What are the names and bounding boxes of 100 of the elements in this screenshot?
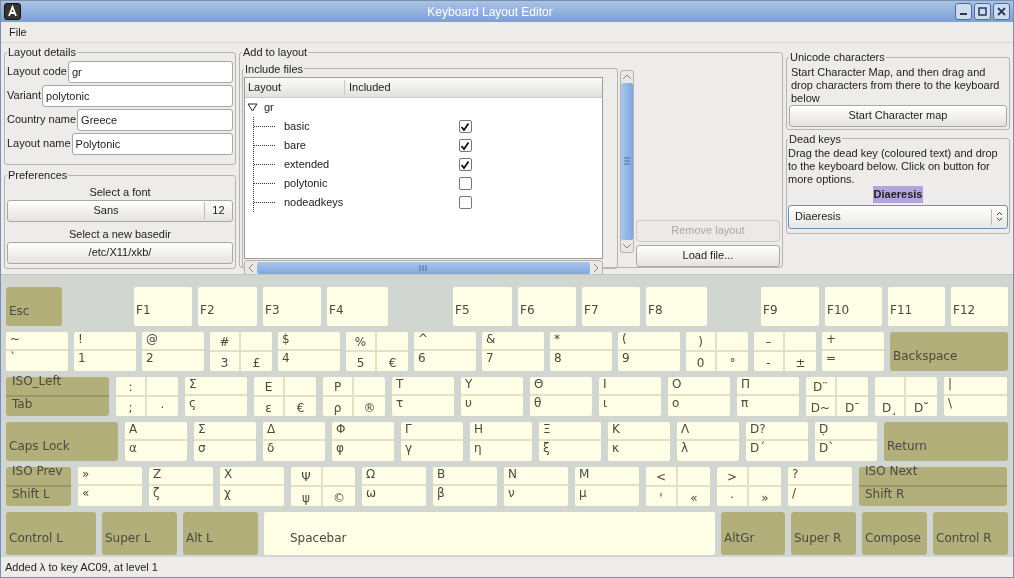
keyboard-key[interactable]: < ' « xyxy=(646,467,710,506)
dead-key-dropdown[interactable]: Diaeresis xyxy=(787,204,1008,229)
keyboard-key[interactable]: F12 xyxy=(951,287,1008,326)
font-button[interactable]: Sans 12 xyxy=(7,199,233,222)
keyboard-key[interactable]: Α α xyxy=(125,422,187,461)
keyboard-key[interactable]: Θ θ xyxy=(530,377,592,416)
keyboard-key[interactable]: Π π xyxy=(737,377,799,416)
keyboard-key[interactable]: ISO Prev Shift L xyxy=(6,467,71,506)
keyboard-key[interactable]: Δ δ xyxy=(263,422,325,461)
keyboard-key[interactable]: * 8 xyxy=(550,332,612,371)
vertical-scrollbar[interactable] xyxy=(619,69,634,253)
keyboard-key[interactable]: AltGr xyxy=(721,512,785,555)
spacebar-key[interactable]: Spacebar xyxy=(264,512,715,555)
keyboard-key[interactable]: Κ κ xyxy=(608,422,670,461)
checked-checkbox[interactable] xyxy=(458,139,472,152)
keyboard-key[interactable]: Ε ε € xyxy=(254,377,316,416)
tree-item[interactable]: gr xyxy=(263,99,274,116)
keyboard-key[interactable]: @ 2 xyxy=(142,332,204,371)
keyboard-key[interactable]: + = xyxy=(822,332,884,371)
checked-checkbox[interactable] xyxy=(458,158,472,171)
keyboard-key[interactable]: # 3 £ xyxy=(210,332,272,371)
keyboard-key[interactable]: D¨ D~ D¯ xyxy=(806,377,868,416)
checkbox[interactable] xyxy=(458,196,472,209)
keyboard-key[interactable]: : ; · xyxy=(116,377,178,416)
keyboard-key[interactable]: F10 xyxy=(825,287,882,326)
keyboard-key[interactable]: » « xyxy=(78,467,142,506)
text-field[interactable]: gr xyxy=(67,60,233,83)
keyboard-key[interactable]: Alt L xyxy=(183,512,258,555)
tree-item[interactable]: extended xyxy=(283,156,459,173)
minimize-button[interactable] xyxy=(955,3,972,20)
checkbox[interactable] xyxy=(458,177,472,190)
keyboard-key[interactable]: > · » xyxy=(717,467,781,506)
keyboard-key[interactable]: Compose xyxy=(862,512,927,555)
scrollbar-thumb[interactable] xyxy=(256,262,590,275)
scrollbar-thumb[interactable] xyxy=(620,82,633,240)
menu-item[interactable]: File xyxy=(9,23,27,41)
basedir-button[interactable]: /etc/X11/xkb/ xyxy=(7,241,233,264)
keyboard-key[interactable]: Γ γ xyxy=(401,422,463,461)
maximize-button[interactable] xyxy=(974,3,991,20)
keyboard-key[interactable]: F2 xyxy=(198,287,257,326)
keyboard-key[interactable]: Ψ ψ © xyxy=(291,467,355,506)
column-header[interactable]: Included xyxy=(344,78,391,97)
text-field[interactable]: polytonic xyxy=(42,84,233,107)
text-field[interactable]: Greece xyxy=(77,108,233,131)
keyboard-key[interactable]: F8 xyxy=(646,287,707,326)
keyboard-key[interactable]: F9 xyxy=(761,287,819,326)
keyboard-key[interactable]: ) 0 ° xyxy=(686,332,748,371)
keyboard-key[interactable]: D¸ D˘ xyxy=(875,377,937,416)
keyboard-key[interactable]: ! 1 xyxy=(74,332,136,371)
keyboard-key[interactable]: Esc xyxy=(6,287,62,326)
keyboard-key[interactable]: Return xyxy=(884,422,1008,461)
keyboard-key[interactable]: F6 xyxy=(518,287,576,326)
keyboard-key[interactable]: Υ υ xyxy=(461,377,523,416)
keyboard-key[interactable]: Φ φ xyxy=(332,422,394,461)
dead-key-label[interactable]: Diaeresis xyxy=(872,186,924,203)
keyboard-key[interactable]: ISO_Left Tab xyxy=(6,377,109,416)
keyboard-key[interactable]: Ζ ζ xyxy=(149,467,213,506)
tree-item[interactable]: nodeadkeys xyxy=(283,194,459,211)
keyboard-key[interactable]: Λ λ xyxy=(677,422,739,461)
expanded-triangle-icon[interactable] xyxy=(246,103,258,112)
keyboard-key[interactable]: | \ xyxy=(944,377,1007,416)
close-button[interactable] xyxy=(993,3,1010,20)
keyboard-key[interactable]: Τ τ xyxy=(392,377,454,416)
keyboard-key[interactable]: & 7 xyxy=(482,332,544,371)
keyboard-key[interactable]: Ρ ρ ® xyxy=(323,377,385,416)
tree-item[interactable]: bare xyxy=(283,137,459,154)
keyboard-key[interactable]: Ι ι xyxy=(599,377,661,416)
tree-item[interactable]: polytonic xyxy=(283,175,459,192)
keyboard-key[interactable]: Β β xyxy=(433,467,497,506)
keyboard-key[interactable]: Backspace xyxy=(890,332,1008,371)
keyboard-key[interactable]: Χ χ xyxy=(220,467,284,506)
keyboard-key[interactable]: F3 xyxy=(263,287,321,326)
keyboard-key[interactable]: ^ 6 xyxy=(414,332,476,371)
text-field[interactable]: Polytonic xyxy=(71,132,233,155)
keyboard-key[interactable]: Η η xyxy=(470,422,532,461)
keyboard-key[interactable]: F5 xyxy=(453,287,512,326)
keyboard-key[interactable]: F7 xyxy=(582,287,640,326)
keyboard-key[interactable]: ~ ` xyxy=(6,332,68,371)
keyboard-key[interactable]: Ξ ξ xyxy=(539,422,601,461)
keyboard-key[interactable]: ISO Next Shift R xyxy=(859,467,1007,506)
keyboard-key[interactable]: Μ μ xyxy=(575,467,639,506)
keyboard-key[interactable]: F1 xyxy=(134,287,192,326)
keyboard-key[interactable]: Control R xyxy=(933,512,1008,555)
keyboard-key[interactable]: ? / xyxy=(788,467,852,506)
keyboard-key[interactable]: $ 4 xyxy=(278,332,340,371)
keyboard-key[interactable]: Σ ς xyxy=(185,377,247,416)
tree-item[interactable]: basic xyxy=(283,118,459,135)
keyboard-key[interactable]: Ο ο xyxy=(668,377,730,416)
column-header[interactable]: Layout xyxy=(244,80,345,95)
keyboard-key[interactable]: Control L xyxy=(6,512,96,555)
keyboard-key[interactable]: F4 xyxy=(327,287,388,326)
checked-checkbox[interactable] xyxy=(458,120,472,133)
keyboard-key[interactable]: Σ σ xyxy=(194,422,256,461)
keyboard-key[interactable]: Caps Lock xyxy=(6,422,118,461)
keyboard-key[interactable]: ( 9 xyxy=(618,332,680,371)
keyboard-key[interactable]: Ḍ D` xyxy=(815,422,877,461)
layout-button[interactable]: Load file... xyxy=(635,244,780,267)
keyboard-key[interactable]: Ν ν xyxy=(504,467,568,506)
keyboard-key[interactable]: % 5 € xyxy=(346,332,408,371)
keyboard-key[interactable]: F11 xyxy=(888,287,945,326)
